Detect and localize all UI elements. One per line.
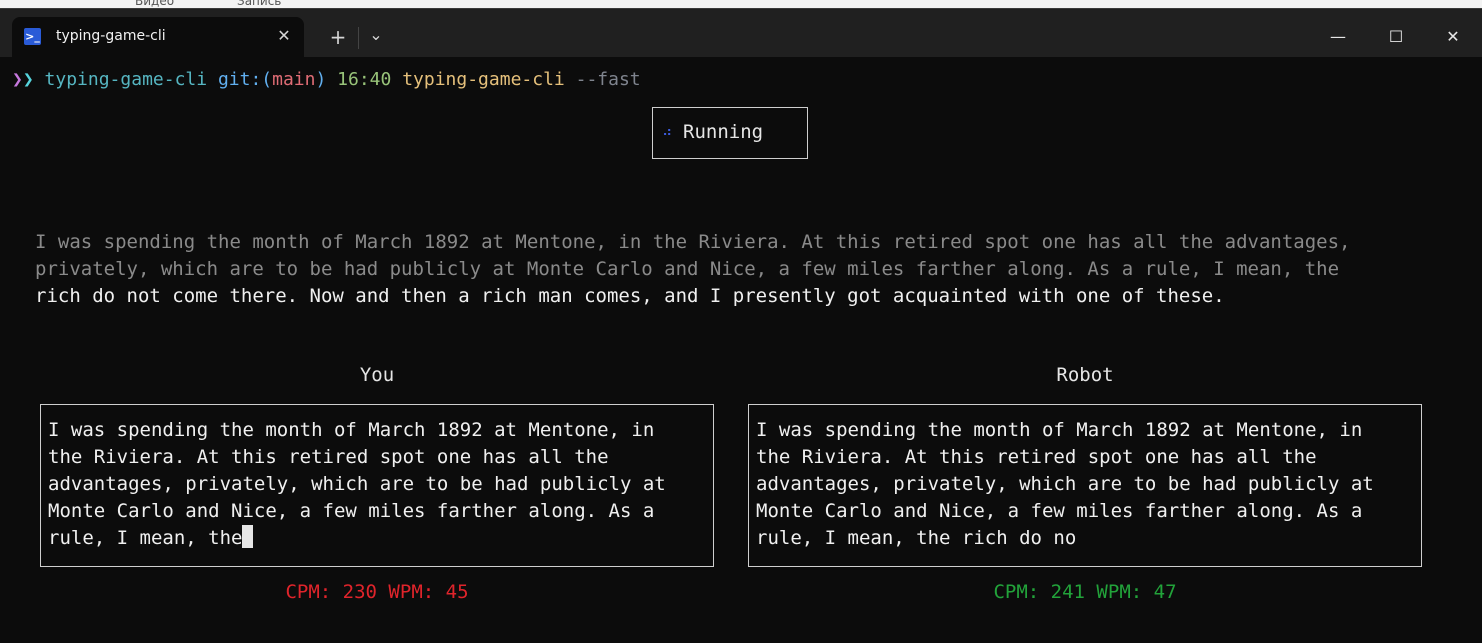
prompt-git-suffix: ) bbox=[315, 69, 327, 90]
close-tab-icon[interactable]: ✕ bbox=[274, 26, 294, 46]
you-line: I was spending the month of March 1892 a… bbox=[48, 419, 655, 441]
close-window-button[interactable]: ✕ bbox=[1430, 21, 1476, 53]
text-cursor bbox=[242, 525, 254, 548]
prompt-arrow-icon: ❯ bbox=[12, 69, 23, 90]
prompt-flag: --fast bbox=[575, 69, 641, 90]
terminal-tab[interactable]: >_ typing-game-cli ✕ bbox=[12, 17, 304, 57]
you-typing-box[interactable]: I was spending the month of March 1892 a… bbox=[40, 404, 714, 567]
passage-remaining-line: rich do not come there. Now and then a r… bbox=[35, 285, 1225, 307]
tab-title: typing-game-cli bbox=[56, 28, 166, 44]
passage-typed-line: privately, which are to be had publicly … bbox=[35, 258, 1340, 280]
spinner-icon: ⠴ bbox=[662, 124, 673, 140]
passage-typed-line: I was spending the month of March 1892 a… bbox=[35, 231, 1351, 253]
robot-line: rule, I mean, the rich do no bbox=[756, 527, 1077, 549]
terminal-viewport[interactable]: ❯❯ typing-game-cli git:(main) 16:40 typi… bbox=[0, 56, 1482, 643]
prompt-arrow-icon: ❯ bbox=[22, 69, 34, 90]
you-line: rule, I mean, the bbox=[48, 527, 243, 549]
you-line: the Riviera. At this retired spot one ha… bbox=[48, 446, 609, 468]
minimize-button[interactable]: — bbox=[1315, 21, 1361, 53]
maximize-button[interactable]: ☐ bbox=[1373, 21, 1419, 53]
robot-typing-box: I was spending the month of March 1892 a… bbox=[748, 404, 1422, 567]
status-box: ⠴ Running bbox=[652, 107, 808, 159]
prompt-directory: typing-game-cli bbox=[44, 69, 208, 90]
new-tab-button[interactable]: + bbox=[323, 25, 353, 49]
background-crumb: Запись bbox=[237, 0, 282, 8]
you-label: You bbox=[359, 364, 395, 386]
background-crumb: Видео bbox=[135, 0, 175, 8]
robot-stats: CPM: 241 WPM: 47 bbox=[993, 581, 1177, 603]
toolbar-divider bbox=[358, 27, 359, 49]
robot-label: Robot bbox=[1056, 364, 1114, 386]
powershell-icon: >_ bbox=[24, 28, 41, 45]
desktop-background-strip: Видео Запись bbox=[0, 0, 1482, 8]
you-stats: CPM: 230 WPM: 45 bbox=[285, 581, 469, 603]
window-titlebar: >_ typing-game-cli ✕ + ⌄ — ☐ ✕ bbox=[0, 8, 1482, 57]
prompt-time: 16:40 bbox=[337, 69, 392, 90]
robot-line: I was spending the month of March 1892 a… bbox=[756, 419, 1363, 441]
you-line: advantages, privately, which are to be h… bbox=[48, 473, 666, 495]
shell-prompt: ❯❯ typing-game-cli git:(main) 16:40 typi… bbox=[12, 68, 641, 92]
target-passage: I was spending the month of March 1892 a… bbox=[35, 229, 1455, 310]
prompt-git-branch: main bbox=[272, 69, 316, 90]
robot-line: advantages, privately, which are to be h… bbox=[756, 473, 1374, 495]
you-line: Monte Carlo and Nice, a few miles farthe… bbox=[48, 500, 655, 522]
status-text: Running bbox=[683, 121, 764, 143]
prompt-command: typing-game-cli bbox=[402, 69, 565, 90]
tab-dropdown-button[interactable]: ⌄ bbox=[361, 23, 391, 47]
robot-line: Monte Carlo and Nice, a few miles farthe… bbox=[756, 500, 1363, 522]
robot-line: the Riviera. At this retired spot one ha… bbox=[756, 446, 1317, 468]
prompt-git-prefix: git:( bbox=[217, 69, 273, 90]
